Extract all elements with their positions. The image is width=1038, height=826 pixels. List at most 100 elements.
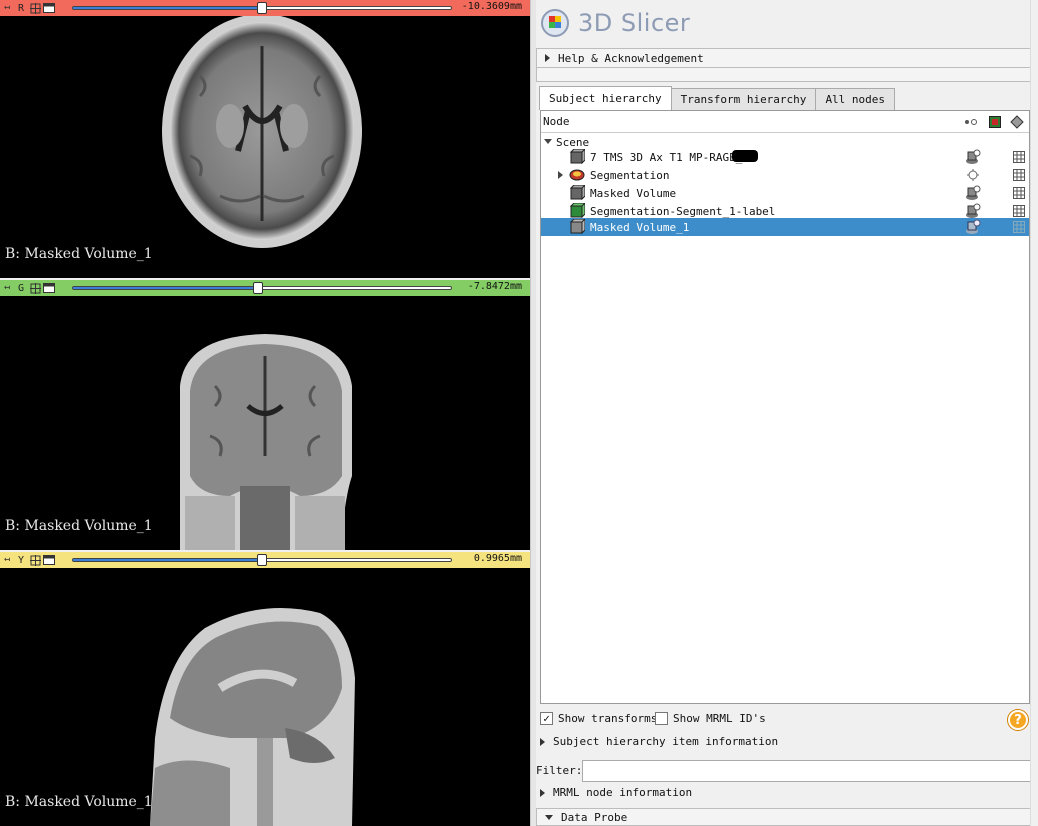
volume-icon xyxy=(569,219,585,235)
link-icon[interactable] xyxy=(28,554,42,566)
tab-subject-hierarchy[interactable]: Subject hierarchy xyxy=(539,86,672,110)
mrml-node-information-section[interactable]: MRML node information xyxy=(540,786,692,799)
collapse-arrow-icon xyxy=(540,737,545,746)
green-viewport[interactable]: B: Masked Volume_1 xyxy=(0,296,530,550)
help-icon[interactable]: ? xyxy=(1008,710,1028,730)
module-panel: 3D Slicer Help & Acknowledgement Subject… xyxy=(536,0,1038,826)
red-view-label: B: Masked Volume_1 xyxy=(5,246,153,262)
tree-row-label: Scene xyxy=(556,135,590,149)
slice-views-area: ↤ R -10.3609mm B: Masked Volume_1 ↤ G -7… xyxy=(0,0,530,826)
tree-row-masked-volume[interactable]: Masked Volume xyxy=(541,184,1029,202)
coronal-brain-image xyxy=(180,334,352,550)
section-label: Subject hierarchy item information xyxy=(553,735,779,748)
app-title: 3D Slicer xyxy=(578,9,691,37)
section-label: Data Probe xyxy=(561,810,628,824)
segmentation-icon xyxy=(569,169,585,181)
visibility-column-icon[interactable] xyxy=(963,114,979,130)
link-icon[interactable] xyxy=(28,2,42,14)
red-offset-slider[interactable] xyxy=(72,2,452,14)
data-probe-section[interactable]: Data Probe xyxy=(536,808,1033,826)
green-offset-slider[interactable] xyxy=(72,282,452,294)
yellow-offset-slider[interactable] xyxy=(72,554,452,566)
tree-row-label: Segmentation-Segment_1-label xyxy=(590,204,776,218)
sagittal-brain-image xyxy=(150,608,355,826)
yellow-offset-value: 0.9965mm xyxy=(473,553,522,564)
tree-row-masked-volume-1[interactable]: Masked Volume_1 xyxy=(541,218,1029,236)
yellow-slice-letter: Y xyxy=(17,554,25,566)
expanded-arrow-icon[interactable] xyxy=(544,138,552,146)
help-acknowledgement-section[interactable]: Help & Acknowledgement xyxy=(536,48,1033,68)
green-offset-value: -7.8472mm xyxy=(467,281,522,292)
checkbox-unchecked-icon[interactable] xyxy=(655,712,668,725)
slicer-logo: 3D Slicer xyxy=(540,8,690,38)
red-slice-view: ↤ R -10.3609mm B: Masked Volume_1 xyxy=(0,0,530,280)
filter-input[interactable] xyxy=(582,760,1033,782)
red-slice-letter: R xyxy=(17,2,25,14)
show-mrml-ids-label: Show MRML ID's xyxy=(673,712,766,725)
slicer-logo-icon xyxy=(541,9,569,37)
view-layout-icon[interactable] xyxy=(42,2,56,14)
green-slice-view: ↤ G -7.8472mm B: Masked Volume_1 xyxy=(0,280,530,552)
section-label: MRML node information xyxy=(553,786,693,799)
yellow-slice-controller: ↤ Y 0.9965mm xyxy=(0,552,530,568)
tree-row-segmentation[interactable]: Segmentation xyxy=(541,166,1029,184)
item-information-section[interactable]: Subject hierarchy item information xyxy=(540,735,778,748)
yellow-slice-view: ↤ Y 0.9965mm B: Masked Volume_1 xyxy=(0,552,530,826)
red-viewport[interactable]: B: Masked Volume_1 xyxy=(0,16,530,278)
node-column-header[interactable]: Node xyxy=(543,115,570,128)
axial-brain-image xyxy=(162,16,362,248)
view-layout-icon[interactable] xyxy=(42,282,56,294)
show-mrml-ids-checkbox[interactable]: Show MRML ID's xyxy=(655,712,766,725)
table-icon[interactable] xyxy=(1013,187,1025,199)
tree-row-label: Masked Volume xyxy=(590,186,677,200)
labelmap-icon xyxy=(569,203,585,219)
tree-row-mprage[interactable]: 7 TMS 3D Ax T1 MP-RAGE_ xyxy=(541,148,1029,166)
green-slice-controller: ↤ G -7.8472mm xyxy=(0,280,530,296)
table-icon[interactable] xyxy=(1013,205,1025,217)
slider-handle[interactable] xyxy=(253,282,264,294)
show-transforms-checkbox[interactable]: ✓ Show transforms xyxy=(540,712,657,725)
volume-icon xyxy=(569,149,585,165)
visibility-icon[interactable] xyxy=(965,185,981,201)
slider-handle[interactable] xyxy=(257,2,267,14)
visibility-icon[interactable] xyxy=(965,219,981,235)
module-selector-strip xyxy=(536,68,1033,82)
link-icon[interactable] xyxy=(28,282,42,294)
show-transforms-label: Show transforms xyxy=(558,712,658,725)
red-offset-value: -10.3609mm xyxy=(461,1,522,12)
checkbox-checked-icon[interactable]: ✓ xyxy=(540,712,553,725)
expanded-arrow-icon xyxy=(545,814,553,820)
transform-column-icon[interactable] xyxy=(1009,114,1025,130)
table-icon[interactable] xyxy=(1013,151,1025,163)
volume-icon xyxy=(569,185,585,201)
collapse-arrow-icon xyxy=(545,54,550,62)
visibility-icon[interactable] xyxy=(965,149,981,165)
collapse-arrow-icon xyxy=(540,788,545,797)
green-slice-letter: G xyxy=(17,282,25,294)
table-icon[interactable] xyxy=(1013,221,1025,233)
slider-handle[interactable] xyxy=(257,554,267,566)
tab-transform-hierarchy[interactable]: Transform hierarchy xyxy=(670,88,817,110)
green-view-label: B: Masked Volume_1 xyxy=(5,518,153,534)
pin-icon[interactable]: ↤ xyxy=(0,2,14,14)
subject-hierarchy-tree[interactable]: Node Scene 7 TMS 3D Ax T1 MP-RAGE_ Segme… xyxy=(540,110,1030,704)
visibility-icon[interactable] xyxy=(965,203,981,219)
pin-icon[interactable]: ↤ xyxy=(0,554,14,566)
yellow-view-label: B: Masked Volume_1 xyxy=(5,794,153,810)
red-slice-controller: ↤ R -10.3609mm xyxy=(0,0,530,16)
window-edge xyxy=(1030,0,1038,826)
tab-all-nodes[interactable]: All nodes xyxy=(815,88,896,110)
collapsed-arrow-icon[interactable] xyxy=(557,171,565,179)
tree-row-label: 7 TMS 3D Ax T1 MP-RAGE_ xyxy=(590,150,743,164)
tree-row-label: Masked Volume_1 xyxy=(590,220,690,234)
visibility-icon[interactable] xyxy=(965,167,981,183)
table-icon[interactable] xyxy=(1013,169,1025,181)
yellow-viewport[interactable]: B: Masked Volume_1 xyxy=(0,568,530,826)
filter-label: Filter: xyxy=(536,764,583,777)
color-column-icon[interactable] xyxy=(987,114,1003,130)
pin-icon[interactable]: ↤ xyxy=(0,282,14,294)
hierarchy-tabs: Subject hierarchy Transform hierarchy Al… xyxy=(539,86,896,110)
view-layout-icon[interactable] xyxy=(42,554,56,566)
tree-row-label: Segmentation xyxy=(590,168,670,182)
slicer-window: ↤ R -10.3609mm B: Masked Volume_1 ↤ G -7… xyxy=(0,0,1038,826)
